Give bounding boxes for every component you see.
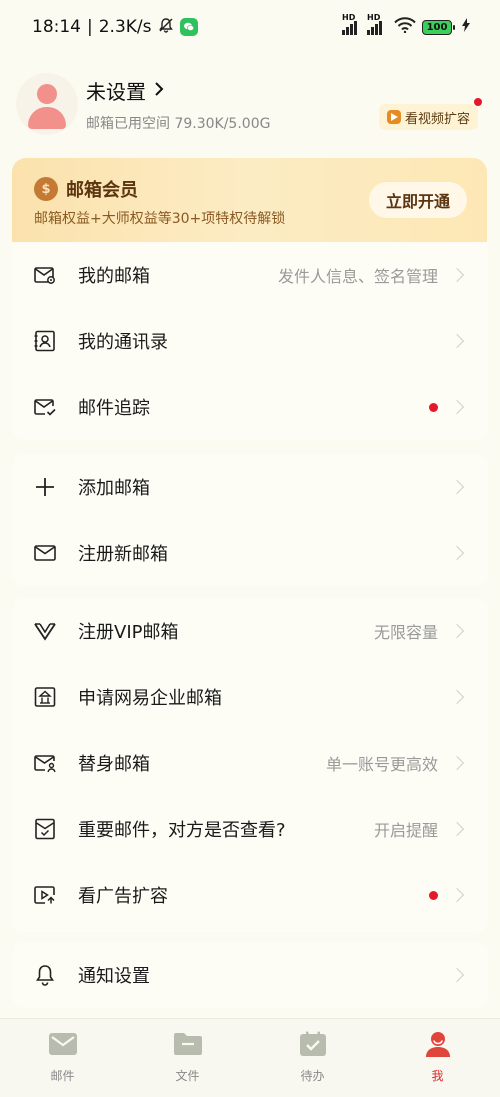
calendar-check-icon: [298, 1031, 328, 1061]
menu-label: 看广告扩容: [78, 886, 168, 907]
menu-label: 注册VIP邮箱: [78, 622, 179, 643]
avatar[interactable]: [16, 73, 78, 135]
vip-card[interactable]: $ 邮箱会员 邮箱权益+大师权益等30+项特权待解锁 立即开通: [12, 158, 487, 242]
chevron-right-icon: [449, 887, 465, 903]
coin-icon: $: [34, 177, 58, 201]
mute-icon: [158, 17, 174, 38]
menu-group-add: 添加邮箱 注册新邮箱: [12, 454, 488, 586]
storage-usage: 邮箱已用空间 79.30K/5.00G: [86, 115, 271, 132]
menu-item-ad-expand[interactable]: 看广告扩容: [12, 862, 488, 928]
signal-hd-icon: HD: [367, 13, 382, 35]
tab-me[interactable]: 我: [375, 1019, 500, 1097]
bottom-tab-bar: 邮件 文件 待办 我: [0, 1018, 500, 1097]
notification-dot: [429, 890, 438, 900]
status-bar: 18:14 | 2.3K/s HD HD 100: [0, 0, 500, 54]
mail-settings-icon: [32, 262, 58, 288]
chevron-right-icon: [449, 755, 465, 771]
charging-icon: [462, 17, 470, 37]
menu-item-notifications[interactable]: 通知设置: [12, 942, 488, 1008]
menu-label: 邮件追踪: [78, 398, 150, 419]
menu-group-settings: 通知设置: [12, 942, 488, 1008]
mail-tracking-icon: [32, 394, 58, 420]
tab-mail[interactable]: 邮件: [0, 1019, 125, 1097]
menu-item-register-new[interactable]: 注册新邮箱: [12, 520, 488, 586]
menu-group-mailbox: 我的邮箱 发件人信息、签名管理 我的通讯录 邮件追踪: [12, 242, 488, 440]
vip-activate-button[interactable]: 立即开通: [369, 182, 467, 218]
tab-label: 待办: [300, 1069, 325, 1083]
video-expand-label: 看视频扩容: [404, 111, 470, 127]
chevron-right-icon: [449, 545, 465, 561]
mail-icon: [32, 540, 58, 566]
menu-item-my-mailbox[interactable]: 我的邮箱 发件人信息、签名管理: [12, 242, 488, 308]
chevron-right-icon: [154, 78, 164, 102]
mail-icon: [48, 1031, 78, 1061]
read-receipt-icon: [32, 816, 58, 842]
notification-dot: [474, 98, 482, 106]
tab-todo[interactable]: 待办: [250, 1019, 375, 1097]
status-time: 18:14: [32, 17, 81, 37]
menu-item-alias[interactable]: 替身邮箱 单一账号更高效: [12, 730, 488, 796]
vip-subtitle: 邮箱权益+大师权益等30+项特权待解锁: [34, 211, 286, 227]
contacts-icon: [32, 328, 58, 354]
vip-title: 邮箱会员: [66, 180, 138, 201]
menu-label: 重要邮件，对方是否查看?: [78, 820, 286, 841]
menu-label: 申请网易企业邮箱: [78, 688, 222, 709]
menu-item-read-receipt[interactable]: 重要邮件，对方是否查看? 开启提醒: [12, 796, 488, 862]
menu-value: 发件人信息、签名管理: [277, 267, 438, 286]
menu-value: 单一账号更高效: [325, 755, 438, 774]
plus-icon: [32, 474, 58, 500]
menu-item-enterprise[interactable]: 申请网易企业邮箱: [12, 664, 488, 730]
menu-label: 注册新邮箱: [78, 544, 168, 565]
menu-label: 添加邮箱: [78, 478, 150, 499]
chevron-right-icon: [449, 689, 465, 705]
menu-value: 无限容量: [373, 623, 438, 642]
wechat-icon: [179, 18, 198, 36]
tab-files[interactable]: 文件: [125, 1019, 250, 1097]
chevron-right-icon: [449, 267, 465, 283]
vip-logo-icon: [32, 618, 58, 644]
chevron-right-icon: [449, 479, 465, 495]
bell-icon: [32, 962, 58, 988]
folder-icon: [173, 1031, 203, 1061]
status-net-speed: 2.3K/s: [98, 17, 152, 37]
profile-name: 未设置: [86, 79, 146, 104]
chevron-right-icon: [449, 821, 465, 837]
menu-item-contacts[interactable]: 我的通讯录: [12, 308, 488, 374]
menu-item-add-mailbox[interactable]: 添加邮箱: [12, 454, 488, 520]
chevron-right-icon: [449, 333, 465, 349]
notification-dot: [429, 402, 438, 412]
chevron-right-icon: [449, 623, 465, 639]
menu-item-mail-tracking[interactable]: 邮件追踪: [12, 374, 488, 440]
chevron-right-icon: [449, 399, 465, 415]
status-separator: |: [87, 17, 93, 37]
person-icon: [423, 1031, 453, 1061]
signal-hd-icon: HD: [342, 13, 357, 35]
menu-item-register-vip[interactable]: 注册VIP邮箱 无限容量: [12, 598, 488, 664]
chevron-right-icon: [449, 967, 465, 983]
tab-label: 邮件: [50, 1069, 75, 1083]
profile-name-row[interactable]: 未设置: [86, 76, 270, 105]
alias-mail-icon: [32, 750, 58, 776]
tab-label: 我: [431, 1069, 444, 1083]
menu-group-services: 注册VIP邮箱 无限容量 申请网易企业邮箱 替身邮箱 单一账号更高效 重要邮件，…: [12, 598, 488, 932]
menu-label: 我的通讯录: [78, 332, 168, 353]
play-icon: [386, 110, 401, 124]
video-expand-button[interactable]: 看视频扩容: [378, 98, 482, 130]
menu-label: 我的邮箱: [78, 266, 150, 287]
video-ad-icon: [32, 882, 58, 908]
wifi-icon: [394, 16, 416, 38]
profile-header[interactable]: 未设置 邮箱已用空间 79.30K/5.00G 看视频扩容: [16, 66, 486, 142]
menu-label: 替身邮箱: [78, 754, 150, 775]
enterprise-icon: [32, 684, 58, 710]
tab-label: 文件: [175, 1069, 200, 1083]
menu-value: 开启提醒: [373, 821, 438, 840]
menu-label: 通知设置: [78, 966, 150, 987]
battery-icon: 100: [422, 19, 455, 35]
